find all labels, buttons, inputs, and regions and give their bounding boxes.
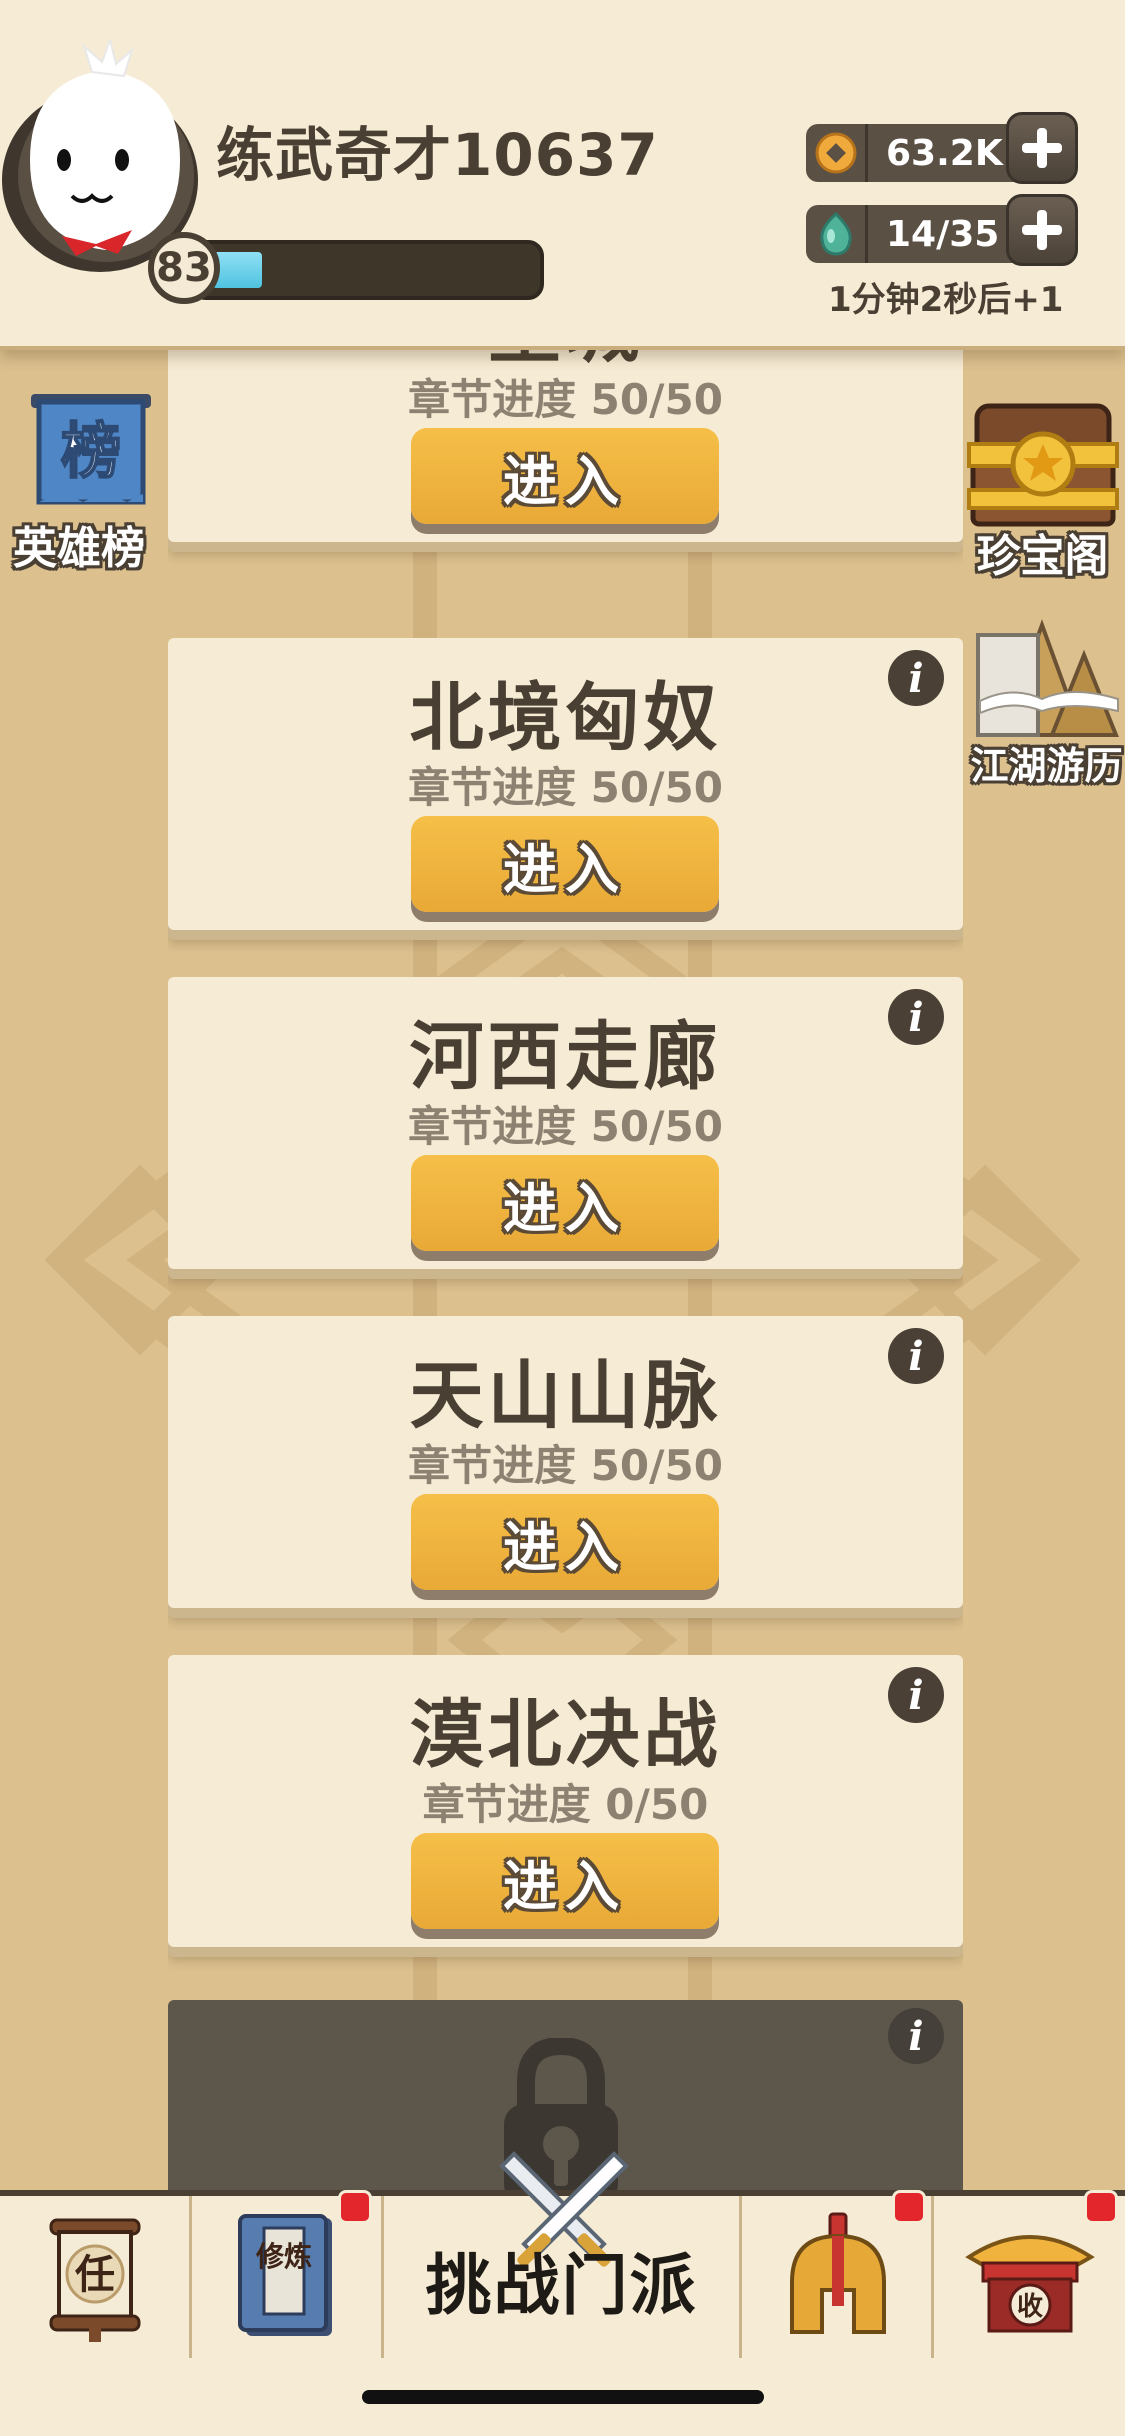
nav-collection[interactable]: 收	[934, 2190, 1125, 2358]
chapter-card: 河西走廊 章节进度 50/50 进入 i	[168, 977, 963, 1269]
add-stamina-button[interactable]	[1006, 194, 1078, 266]
enter-chapter-button[interactable]: 进入	[411, 1155, 719, 1251]
treasure-pavilion-button[interactable]: 珍宝阁	[960, 400, 1125, 584]
chapter-progress: 章节进度 0/50	[422, 1780, 709, 1829]
enter-button-label: 进入	[503, 1854, 627, 1918]
pavilion-collect-icon: 收	[964, 2235, 1095, 2333]
cultivate-icon-text: 修炼	[254, 2240, 311, 2273]
hero-ranking-button[interactable]: 榜 英雄榜	[6, 392, 166, 576]
task-icon-text: 任	[75, 2252, 115, 2298]
treasure-pavilion-label: 珍宝阁	[976, 531, 1109, 582]
ranking-banner-icon: 榜	[31, 394, 151, 505]
stamina-regen-timer: 1分钟2秒后+1	[828, 280, 1064, 320]
chapter-title: 北境匈奴	[409, 675, 722, 761]
nav-equipment[interactable]	[742, 2190, 934, 2358]
add-coins-button[interactable]	[1006, 112, 1078, 184]
ranking-icon-text: 榜	[61, 417, 121, 487]
chapter-title: 漠北决战	[409, 1692, 722, 1778]
nav-cultivate[interactable]: 修炼	[192, 2190, 384, 2358]
info-icon[interactable]: i	[888, 989, 944, 1045]
home-indicator[interactable]	[362, 2390, 764, 2404]
chapter-card: 漠北决战 章节进度 0/50 进入 i	[168, 1655, 963, 1947]
challenge-sect-label: 挑战门派	[425, 2247, 698, 2324]
info-icon[interactable]: i	[888, 1667, 944, 1723]
collect-icon-text: 收	[1016, 2292, 1042, 2322]
cultivation-book-icon: 修炼	[237, 2214, 332, 2336]
enter-chapter-button[interactable]: 进入	[411, 428, 719, 524]
bottom-navigation: 任 修炼 挑战门派 收	[0, 2151, 1125, 2358]
exp-bar	[190, 240, 544, 300]
chapter-progress: 章节进度 50/50	[408, 1441, 723, 1490]
chapter-title: 河西走廊	[409, 1014, 722, 1100]
nav-tasks[interactable]: 任	[0, 2196, 192, 2358]
enter-button-label: 进入	[503, 1176, 627, 1240]
chapter-progress: 章节进度 50/50	[408, 763, 723, 812]
notification-badge	[338, 2190, 372, 2224]
plus-icon	[1022, 210, 1062, 250]
enter-chapter-button[interactable]: 进入	[411, 1833, 719, 1929]
chapter-card: 皇城 章节进度 50/50 进入 i	[168, 350, 963, 542]
jade-drop-icon	[806, 205, 868, 263]
chapter-card: 天山山脉 章节进度 50/50 进入 i	[168, 1316, 963, 1608]
enter-chapter-button[interactable]: 进入	[411, 1494, 719, 1590]
enter-chapter-button[interactable]: 进入	[411, 816, 719, 912]
info-icon[interactable]: i	[888, 650, 944, 706]
enter-button-label: 进入	[503, 449, 627, 513]
chapter-list[interactable]: 皇城 章节进度 50/50 进入 i 北境匈奴 章节进度 50/50 进入 i …	[168, 350, 963, 2190]
chapter-title: 天山山脉	[409, 1353, 722, 1439]
enter-button-label: 进入	[503, 1515, 627, 1579]
player-name: 练武奇才10637	[216, 121, 659, 189]
plus-icon	[1022, 128, 1062, 168]
scroll-task-icon: 任	[49, 2218, 140, 2342]
home-indicator-area	[0, 2358, 1125, 2436]
info-icon[interactable]: i	[888, 2008, 944, 2064]
notification-badge	[1084, 2190, 1118, 2224]
info-icon[interactable]: i	[888, 1328, 944, 1384]
enter-button-label: 进入	[503, 837, 627, 901]
hero-ranking-label: 英雄榜	[13, 523, 145, 574]
wander-jianghu-button[interactable]: 江湖游历	[968, 615, 1125, 790]
chapter-progress: 章节进度 50/50	[408, 375, 723, 424]
treasure-chest-icon	[966, 403, 1119, 527]
chapter-card: 北境匈奴 章节进度 50/50 进入 i	[168, 638, 963, 930]
notification-badge	[892, 2190, 926, 2224]
wander-jianghu-label: 江湖游历	[970, 744, 1123, 788]
chapter-progress: 章节进度 50/50	[408, 1102, 723, 1151]
nav-challenge-sect[interactable]: 挑战门派	[384, 2151, 742, 2358]
mountain-icon	[975, 619, 1119, 737]
coin-icon	[806, 124, 868, 182]
level-badge: 83	[148, 232, 220, 304]
player-header: 83 练武奇才10637 63.2K 14/35 1分钟2秒后+1	[0, 0, 1125, 350]
helmet-icon	[789, 2212, 886, 2334]
